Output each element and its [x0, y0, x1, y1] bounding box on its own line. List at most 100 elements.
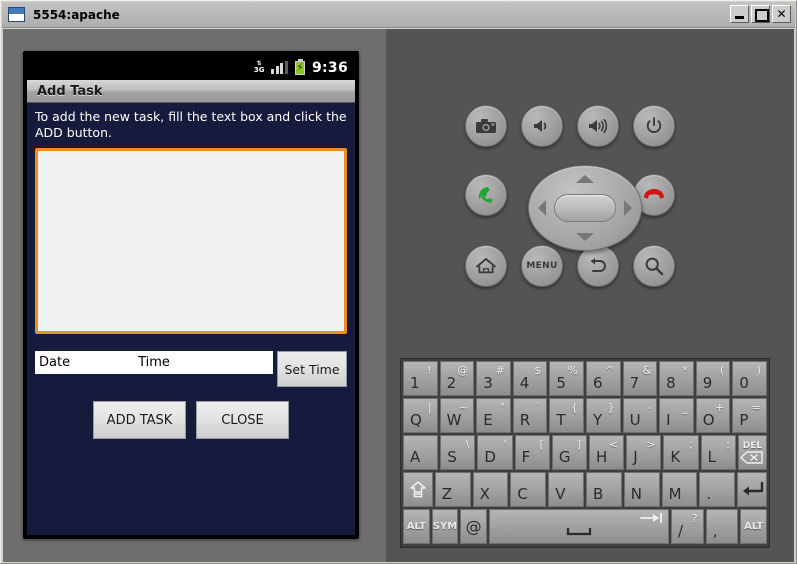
key-s[interactable]: S \ [440, 435, 476, 470]
key-sym[interactable]: SYM [431, 509, 459, 544]
key-y[interactable]: Y} [585, 398, 621, 433]
key-4[interactable]: 4 $ [512, 361, 548, 396]
key-3[interactable]: 3 # [476, 361, 511, 396]
key-w[interactable]: W ~ [439, 398, 475, 433]
key-1[interactable]: 1! [403, 361, 438, 396]
key-j[interactable]: J > [626, 435, 662, 470]
keyboard-row-numbers: 1! 2 @ 3 # 4 $ 5% 6 ^ 7 & 8 * 9( 0) [403, 361, 767, 396]
key-8[interactable]: 8 * [659, 361, 694, 396]
key-m[interactable]: M [661, 472, 698, 507]
task-text-input[interactable] [35, 148, 347, 334]
key-r[interactable]: R ` [512, 398, 548, 433]
key-sub-label: ! [427, 364, 432, 377]
close-button[interactable]: ✕ [772, 5, 791, 23]
key-b[interactable]: B [585, 472, 622, 507]
key-e[interactable]: E " [476, 398, 511, 433]
key-alt-left[interactable]: ALT [403, 509, 430, 544]
enter-icon [743, 481, 764, 495]
key-6[interactable]: 6 ^ [585, 361, 621, 396]
key-a[interactable]: A [403, 435, 439, 470]
key-slash[interactable]: /? [671, 509, 704, 544]
device-screen[interactable]: ⇅ 3G ⚡ 9:36 Add Task To add the new task… [27, 55, 355, 535]
key-c[interactable]: C [510, 472, 547, 507]
key-f[interactable]: F[ [514, 435, 550, 470]
minimize-button[interactable] [730, 5, 749, 23]
key-x[interactable]: X [472, 472, 509, 507]
volume-down-button[interactable] [521, 105, 563, 147]
key-period[interactable]: . [699, 472, 736, 507]
key-k[interactable]: K; [663, 435, 699, 470]
key-sub-label: ^ [605, 364, 615, 377]
close-dialog-button[interactable]: CLOSE [196, 401, 289, 439]
key-sub-label: @ [457, 364, 469, 377]
space-icon [566, 527, 592, 535]
phone-red-icon [644, 189, 664, 199]
dpad-down-icon[interactable] [576, 233, 594, 241]
key-l[interactable]: L: [700, 435, 736, 470]
volume-down-icon [534, 120, 547, 132]
key-sub-label: ) [756, 364, 761, 377]
window-titlebar[interactable]: 5554:apache ✕ [2, 2, 795, 28]
key-delete[interactable]: DEL [737, 435, 768, 470]
camera-button[interactable] [465, 105, 507, 147]
key-label: 1 [410, 374, 420, 392]
window-title: 5554:apache [33, 7, 120, 22]
key-u[interactable]: U- [622, 398, 658, 433]
key-label: C [517, 485, 528, 503]
key-alt-right[interactable]: ALT [740, 509, 767, 544]
key-sub-label: ' [503, 438, 507, 451]
dpad-center-button[interactable] [554, 194, 616, 222]
date-time-field[interactable]: Date Time [35, 351, 273, 374]
key-enter[interactable] [737, 472, 767, 507]
key-h[interactable]: H < [589, 435, 625, 470]
key-sub-label: < [609, 438, 619, 451]
key-label: 9 [702, 374, 713, 392]
dpad-left-icon[interactable] [538, 200, 546, 216]
maximize-button[interactable] [751, 5, 770, 23]
back-button[interactable] [577, 245, 619, 287]
home-button[interactable] [465, 245, 507, 287]
add-task-button[interactable]: ADD TASK [93, 401, 186, 439]
key-label: 2 [446, 374, 457, 392]
key-d[interactable]: D ' [477, 435, 513, 470]
keyboard-row-asdf: A S \ D ' F[ G] H < J > K; L: DEL [403, 435, 768, 470]
key-g[interactable]: G] [551, 435, 588, 470]
key-label: K [670, 448, 681, 466]
back-arrow-icon [591, 258, 606, 272]
client-area: ⇅ 3G ⚡ 9:36 Add Task To add the new task… [3, 29, 794, 562]
key-label: I [666, 411, 671, 429]
key-label: F [521, 448, 531, 466]
set-time-button[interactable]: Set Time [277, 351, 347, 387]
key-7[interactable]: 7 & [622, 361, 658, 396]
key-5[interactable]: 5% [549, 361, 584, 396]
key-z[interactable]: Z [434, 472, 471, 507]
key-2[interactable]: 2 @ [439, 361, 475, 396]
key-q[interactable]: Q | [403, 398, 438, 433]
key-o[interactable]: O + [695, 398, 731, 433]
power-button[interactable] [633, 105, 675, 147]
key-at[interactable]: @ [460, 509, 487, 544]
key-comma[interactable]: , [705, 509, 739, 544]
key-p[interactable]: P = [732, 398, 767, 433]
call-button[interactable] [465, 174, 507, 216]
key-0[interactable]: 0) [732, 361, 767, 396]
key-label: , [712, 522, 718, 540]
key-label: 3 [483, 374, 493, 392]
key-sub-label: " [499, 401, 505, 414]
key-9[interactable]: 9( [695, 361, 731, 396]
search-button[interactable] [633, 245, 675, 287]
dpad[interactable] [528, 165, 642, 251]
key-i[interactable]: I _ [659, 398, 694, 433]
key-n[interactable]: N [623, 472, 660, 507]
volume-up-button[interactable] [577, 105, 619, 147]
menu-button[interactable]: MENU [521, 245, 563, 287]
key-sub-label: % [567, 364, 578, 377]
home-icon [476, 258, 496, 274]
key-shift[interactable] [403, 472, 433, 507]
key-sub-label: : [726, 438, 730, 451]
key-v[interactable]: V [548, 472, 584, 507]
key-space[interactable] [488, 509, 670, 544]
dpad-right-icon[interactable] [624, 200, 632, 216]
dpad-up-icon[interactable] [576, 175, 594, 183]
key-t[interactable]: T{ [549, 398, 584, 433]
